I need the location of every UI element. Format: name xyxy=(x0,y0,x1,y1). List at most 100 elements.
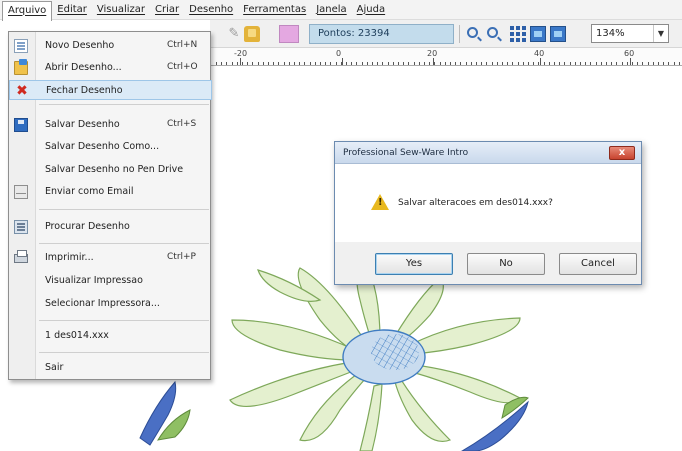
ruler-tick xyxy=(481,62,483,65)
menu-item-sair[interactable]: Sair xyxy=(9,358,212,378)
menu-separator xyxy=(39,320,209,321)
ruler-tick xyxy=(387,62,389,65)
ruler-tick xyxy=(330,62,332,65)
zoom-value: 134% xyxy=(596,28,625,39)
menu-item-shortcut: Ctrl+O xyxy=(167,62,198,72)
ruler-tick xyxy=(606,62,607,65)
chevron-down-icon[interactable]: ▼ xyxy=(653,25,668,42)
menu-item-label: Sair xyxy=(45,362,64,373)
toolbar: ✎ Pontos: 23394 134% ▼ xyxy=(210,20,682,48)
ruler-major-tick xyxy=(540,58,541,65)
ruler-tick xyxy=(569,62,571,65)
ruler-tick xyxy=(304,62,306,65)
menu-editar[interactable]: Editar xyxy=(52,1,92,19)
ruler-tick xyxy=(439,62,441,65)
file-menu: Novo Desenho Ctrl+N Abrir Desenho... Ctr… xyxy=(8,31,212,380)
ruler-tick xyxy=(621,62,623,65)
menu-janela[interactable]: Janela xyxy=(311,1,351,19)
ruler-tick xyxy=(528,62,529,65)
menu-item-salvar-desenho[interactable]: Salvar Desenho Ctrl+S xyxy=(9,115,212,135)
menu-ajuda[interactable]: Ajuda xyxy=(352,1,390,19)
menu-item-imprimir[interactable]: Imprimir... Ctrl+P xyxy=(9,248,212,268)
ruler-label: 60 xyxy=(624,49,635,58)
save-disk-icon xyxy=(14,118,28,132)
zoom-in-icon[interactable] xyxy=(467,27,478,38)
ruler-tick xyxy=(465,62,467,65)
close-icon[interactable]: x xyxy=(609,146,635,160)
new-document-icon xyxy=(14,39,28,53)
ruler-tick xyxy=(548,62,550,65)
ruler-tick xyxy=(543,62,545,65)
menu-desenho[interactable]: Desenho xyxy=(184,1,238,19)
cancel-button[interactable]: Cancel xyxy=(559,253,637,275)
ruler-tick xyxy=(486,62,488,65)
fit-image-icon[interactable] xyxy=(530,26,546,42)
grid-icon[interactable] xyxy=(510,26,526,42)
menu-item-salvar-como[interactable]: Salvar Desenho Como... xyxy=(9,137,212,157)
no-button[interactable]: No xyxy=(467,253,545,275)
ruler-tick xyxy=(590,62,592,65)
menu-item-recent-file[interactable]: 1 des014.xxx xyxy=(9,326,212,346)
menu-criar[interactable]: Criar xyxy=(150,1,184,19)
ruler-tick xyxy=(268,62,269,65)
ruler-label: 40 xyxy=(534,49,545,58)
ruler-tick xyxy=(299,62,301,65)
ruler-tick xyxy=(221,62,223,65)
menu-arquivo[interactable]: Arquivo xyxy=(2,0,53,21)
menu-item-novo-desenho[interactable]: Novo Desenho Ctrl+N xyxy=(9,36,212,56)
ruler-tick xyxy=(262,62,264,65)
stitch-count-display: Pontos: 23394 xyxy=(309,24,454,44)
ruler-tick xyxy=(616,62,618,65)
ruler-tick xyxy=(372,62,373,65)
menu-item-procurar-desenho[interactable]: Procurar Desenho xyxy=(9,217,212,237)
petal xyxy=(359,383,383,451)
menu-item-abrir-desenho[interactable]: Abrir Desenho... Ctrl+O xyxy=(9,58,212,78)
menu-item-label: Visualizar Impressao xyxy=(45,275,143,286)
blue-leaf xyxy=(460,400,529,451)
menu-visualizar[interactable]: Visualizar xyxy=(92,1,150,19)
ruler-tick xyxy=(507,62,509,65)
warning-icon xyxy=(371,194,389,210)
zoom-out-icon[interactable] xyxy=(487,27,498,38)
ruler-tick xyxy=(554,62,555,65)
flower-center-hatch xyxy=(371,334,419,370)
menu-item-label: Imprimir... xyxy=(45,252,94,263)
ruler-tick xyxy=(424,62,425,65)
pencil-icon[interactable]: ✎ xyxy=(226,26,242,42)
flower-design xyxy=(229,261,521,451)
ruler-tick xyxy=(398,62,399,65)
zoom-select[interactable]: 134% ▼ xyxy=(591,24,669,43)
ruler-tick xyxy=(320,62,321,65)
thread-color-swatch[interactable] xyxy=(279,25,299,43)
ruler-tick xyxy=(351,62,353,65)
ruler-tick xyxy=(236,62,238,65)
menu-item-label: Enviar como Email xyxy=(45,186,134,197)
paint-bucket-icon[interactable] xyxy=(244,26,260,42)
ruler-tick xyxy=(470,62,472,65)
menu-ferramentas[interactable]: Ferramentas xyxy=(238,1,311,19)
petal xyxy=(409,317,521,355)
ruler-tick xyxy=(491,62,493,65)
ruler-tick xyxy=(231,62,233,65)
menu-item-fechar-desenho[interactable]: ✖ Fechar Desenho xyxy=(9,80,212,100)
ruler-tick xyxy=(496,62,498,65)
printer-icon xyxy=(14,250,28,263)
ruler-tick xyxy=(574,62,576,65)
ruler-tick xyxy=(361,62,363,65)
menu-item-selecionar-impressora[interactable]: Selecionar Impressora... xyxy=(9,294,212,314)
yes-button[interactable]: Yes xyxy=(375,253,453,275)
ruler-major-tick xyxy=(342,58,343,65)
ruler-label: -20 xyxy=(234,49,248,58)
menu-item-salvar-pen-drive[interactable]: Salvar Desenho no Pen Drive xyxy=(9,160,212,180)
ruler-tick xyxy=(476,62,477,65)
ruler-tick xyxy=(580,62,581,65)
ruler-tick xyxy=(392,62,394,65)
actual-size-icon[interactable] xyxy=(550,26,566,42)
ruler-tick xyxy=(559,62,561,65)
dialog-message: Salvar alteracoes em des014.xxx? xyxy=(398,198,553,208)
menu-item-label: Salvar Desenho no Pen Drive xyxy=(45,164,184,175)
ruler-tick xyxy=(522,62,524,65)
menu-item-enviar-email[interactable]: Enviar como Email xyxy=(9,182,212,202)
ruler-major-tick xyxy=(433,58,434,65)
menu-item-visualizar-impressao[interactable]: Visualizar Impressao xyxy=(9,271,212,291)
